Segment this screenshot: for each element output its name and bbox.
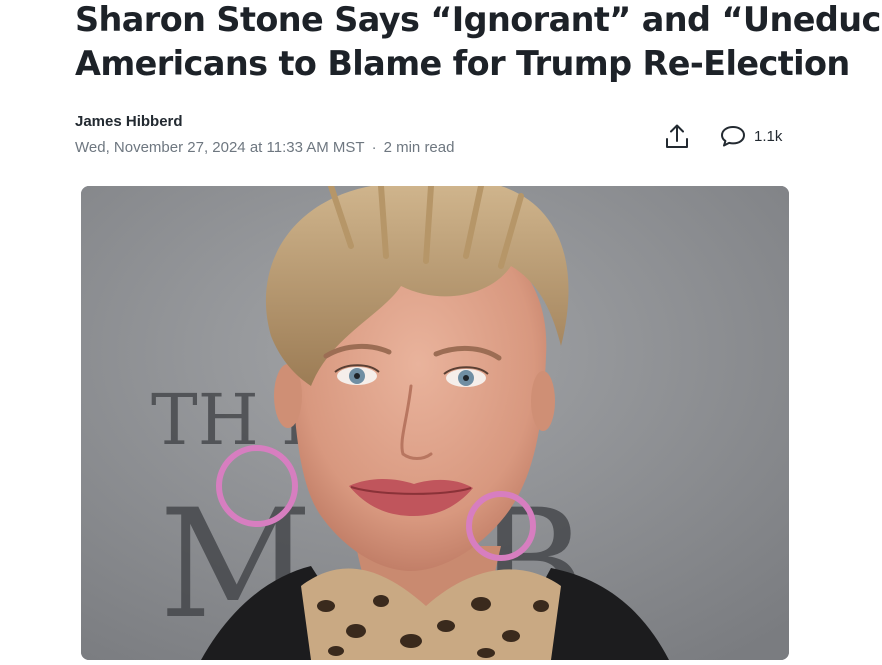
meta-separator: · bbox=[371, 139, 377, 156]
comment-count: 1.1k bbox=[754, 127, 783, 145]
hero-photo: TH RAC M CB bbox=[81, 186, 789, 660]
article-headline: Sharon Stone Says “Ignorant” and “Uneduc… bbox=[75, 0, 882, 86]
publish-date: Wed, November 27, 2024 at 11:33 AM MST bbox=[75, 139, 365, 156]
headline-line-1: Sharon Stone Says “Ignorant” and “Uneduc… bbox=[75, 0, 882, 39]
comment-icon bbox=[721, 126, 745, 147]
article-actions: 1.1k bbox=[662, 120, 782, 152]
share-button[interactable] bbox=[662, 120, 692, 152]
byline: James Hibberd Wed, November 27, 2024 at … bbox=[75, 113, 454, 157]
article-meta: Wed, November 27, 2024 at 11:33 AM MST · 2… bbox=[75, 139, 454, 157]
hero-image[interactable]: TH RAC M CB bbox=[81, 186, 789, 660]
share-icon bbox=[666, 124, 688, 148]
author-name[interactable]: James Hibberd bbox=[75, 113, 454, 131]
headline-line-2: Americans to Blame for Trump Re-Election bbox=[75, 44, 850, 83]
comments-button[interactable]: 1.1k bbox=[720, 123, 782, 149]
article-page: Sharon Stone Says “Ignorant” and “Uneduc… bbox=[0, 0, 882, 665]
read-time: 2 min read bbox=[383, 139, 455, 156]
